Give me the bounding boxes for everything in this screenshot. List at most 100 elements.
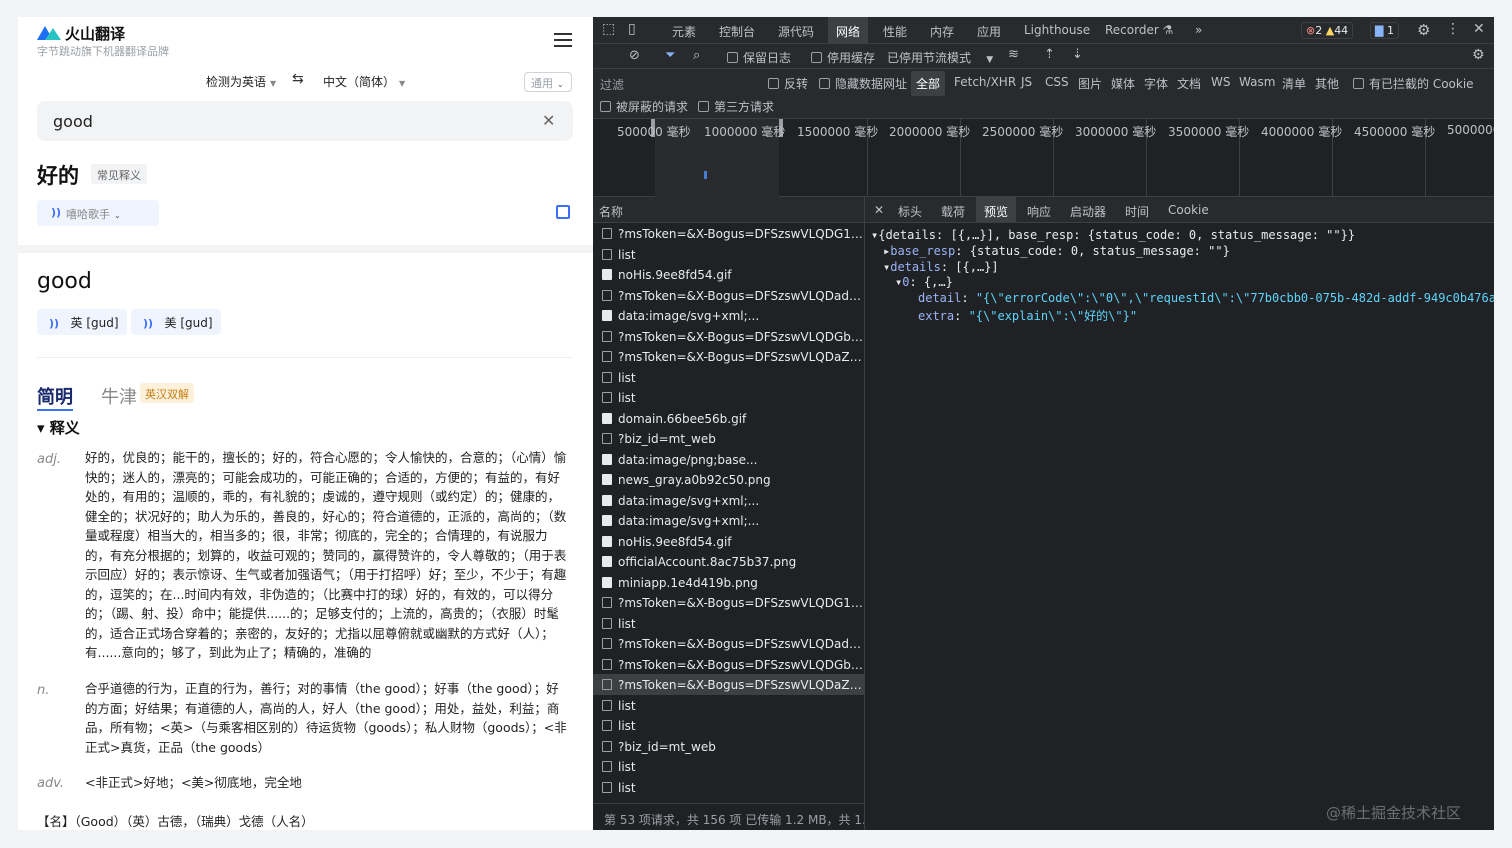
pron-us-button[interactable]: )) 美 [gud] (131, 309, 221, 335)
request-row[interactable]: list (593, 244, 864, 265)
tab-oxford[interactable]: 牛津 (101, 383, 137, 409)
request-row[interactable]: list (593, 613, 864, 634)
filter-type-other[interactable]: 其他 (1315, 75, 1339, 92)
inspect-icon[interactable]: ⬚ (602, 21, 615, 37)
request-row[interactable]: ?msToken=&X-Bogus=DFSzswVLQDad0nr... (593, 285, 864, 306)
filter-type-font[interactable]: 字体 (1144, 75, 1168, 92)
tab-cookies[interactable]: Cookie (1168, 203, 1209, 217)
close-icon[interactable]: ✕ (1473, 21, 1485, 37)
filter-type-all[interactable]: 全部 (911, 71, 946, 96)
filter-type-media[interactable]: 媒体 (1111, 75, 1135, 92)
upload-icon[interactable]: ⇡ (1044, 47, 1055, 62)
json-details[interactable]: ▾details: [{,…}] (883, 260, 999, 274)
tab-simple[interactable]: 简明 (37, 383, 73, 411)
request-row[interactable]: ?msToken=&X-Bogus=DFSzswVLQDG1Xdr... (593, 223, 864, 244)
tab-application[interactable]: 应用 (977, 23, 1001, 40)
voice-label[interactable]: 嘻哈歌手 ⌄ (66, 206, 121, 222)
request-row[interactable]: noHis.9ee8fd54.gif (593, 264, 864, 285)
request-row[interactable]: ?msToken=&X-Bogus=DFSzswVLQDad0nr... (593, 633, 864, 654)
source-lang-select[interactable]: 检测为英语 ▼ (206, 73, 276, 90)
filter-icon[interactable]: ⏷ (665, 48, 675, 63)
close-detail-icon[interactable]: ✕ (874, 203, 884, 217)
request-row[interactable]: data:image/svg+xml;... (593, 305, 864, 326)
pron-uk-button[interactable]: )) 英 [gud] (37, 309, 127, 335)
tab-timing[interactable]: 时间 (1125, 203, 1149, 220)
request-row[interactable]: list (593, 695, 864, 716)
preserve-log-checkbox[interactable]: 保留日志 (727, 49, 791, 66)
wifi-icon[interactable]: ≋ (1008, 47, 1019, 62)
request-row[interactable]: ?msToken=&X-Bogus=DFSzswVLQDaZVwr... (593, 346, 864, 367)
tab-elements[interactable]: 元素 (672, 23, 696, 40)
json-base-resp[interactable]: ▸base_resp: {status_code: 0, status_mess… (883, 244, 1230, 258)
clear-icon[interactable]: ⊘ (629, 48, 640, 63)
section-definitions[interactable]: ▾ 释义 (37, 417, 80, 438)
blocked-requests-checkbox[interactable]: 被屏蔽的请求 (600, 98, 688, 115)
more-options-icon[interactable]: ⋮ (1446, 21, 1460, 37)
messages-badge[interactable]: ▇ 1 (1370, 22, 1399, 39)
domain-select[interactable]: 通用 ⌄ (524, 72, 572, 92)
tab-sources[interactable]: 源代码 (778, 23, 814, 40)
issues-badge[interactable]: ⊗2 ▲44 (1301, 22, 1354, 39)
third-party-checkbox[interactable]: 第三方请求 (698, 98, 774, 115)
tab-network[interactable]: 网络 (828, 17, 869, 44)
filter-type-css[interactable]: CSS (1045, 75, 1069, 89)
search-input[interactable] (37, 101, 573, 141)
disable-cache-checkbox[interactable]: 停用缓存 (811, 49, 875, 66)
settings-icon[interactable]: ⚙ (1417, 21, 1430, 39)
request-row[interactable]: news_gray.a0b92c50.png (593, 469, 864, 490)
request-row[interactable]: miniapp.1e4d419b.png (593, 572, 864, 593)
oxford-tag[interactable]: 英汉双解 (140, 383, 194, 403)
more-tabs-icon[interactable]: » (1195, 23, 1202, 37)
tab-memory[interactable]: 内存 (930, 23, 954, 40)
filter-type-ws[interactable]: WS (1211, 75, 1230, 89)
filter-type-wasm[interactable]: Wasm (1239, 75, 1275, 89)
request-row[interactable]: list (593, 777, 864, 798)
json-root[interactable]: ▾{details: [{,…}], base_resp: {status_co… (871, 228, 1355, 242)
filter-type-xhr[interactable]: Fetch/XHR (954, 75, 1016, 89)
filter-type-manifest[interactable]: 清单 (1282, 75, 1306, 92)
filter-type-doc[interactable]: 文档 (1177, 75, 1201, 92)
request-row[interactable]: data:image/png;base... (593, 449, 864, 470)
request-row[interactable]: list (593, 756, 864, 777)
request-row[interactable]: data:image/svg+xml;... (593, 490, 864, 511)
invert-checkbox[interactable]: 反转 (768, 75, 808, 92)
request-row[interactable]: data:image/svg+xml;... (593, 510, 864, 531)
swap-icon[interactable]: ⇆ (292, 71, 304, 87)
network-settings-icon[interactable]: ⚙ (1472, 47, 1485, 63)
filter-type-js[interactable]: JS (1021, 75, 1032, 89)
target-lang-select[interactable]: 中文（简体） ▼ (323, 73, 405, 90)
request-row[interactable]: ?msToken=&X-Bogus=DFSzswVLQDGbRnr... (593, 326, 864, 347)
search-icon[interactable]: ⌕ (693, 48, 700, 63)
request-row[interactable]: ?msToken=&X-Bogus=DFSzswVLQDG1Xdr... (593, 592, 864, 613)
request-row[interactable]: ?msToken=&X-Bogus=DFSzswVLQDaZVwr... (593, 674, 864, 695)
tab-recorder[interactable]: Recorder ⚗ (1105, 23, 1173, 37)
tab-console[interactable]: 控制台 (719, 23, 755, 40)
request-row[interactable]: ?msToken=&X-Bogus=DFSzswVLQDGbRnr... (593, 654, 864, 675)
request-row[interactable]: list (593, 387, 864, 408)
tab-preview[interactable]: 预览 (976, 197, 1017, 223)
request-row[interactable]: list (593, 367, 864, 388)
tab-payload[interactable]: 载荷 (941, 203, 965, 220)
tab-initiator[interactable]: 启动器 (1070, 203, 1106, 220)
tab-response[interactable]: 响应 (1027, 203, 1051, 220)
copy-icon[interactable] (556, 205, 570, 219)
menu-icon[interactable] (554, 33, 572, 47)
network-overview-timeline[interactable]: 500000 毫秒 1000000 毫秒 1500000 毫秒 2000000 … (593, 119, 1494, 197)
request-row[interactable]: noHis.9ee8fd54.gif (593, 531, 864, 552)
request-row[interactable]: list (593, 715, 864, 736)
tab-lighthouse[interactable]: Lighthouse (1024, 23, 1090, 37)
throttle-select[interactable]: 已停用节流模式 ▼ (887, 49, 993, 66)
request-row[interactable]: ?biz_id=mt_web (593, 428, 864, 449)
filter-input[interactable]: 过滤 (600, 76, 624, 93)
request-row[interactable]: domain.66bee56b.gif (593, 408, 864, 429)
filter-type-img[interactable]: 图片 (1078, 75, 1102, 92)
request-list[interactable]: ?msToken=&X-Bogus=DFSzswVLQDG1Xdr... list… (593, 223, 865, 803)
search-input-value[interactable]: good (53, 112, 93, 131)
tab-performance[interactable]: 性能 (883, 23, 907, 40)
tab-headers[interactable]: 标头 (898, 203, 922, 220)
hide-data-urls-checkbox[interactable]: 隐藏数据网址 (819, 75, 907, 92)
request-row[interactable]: ?biz_id=mt_web (593, 736, 864, 757)
device-toggle-icon[interactable]: ▯ (628, 21, 636, 37)
clear-icon[interactable]: ✕ (542, 111, 555, 130)
speaker-icon[interactable]: )) (51, 206, 61, 219)
